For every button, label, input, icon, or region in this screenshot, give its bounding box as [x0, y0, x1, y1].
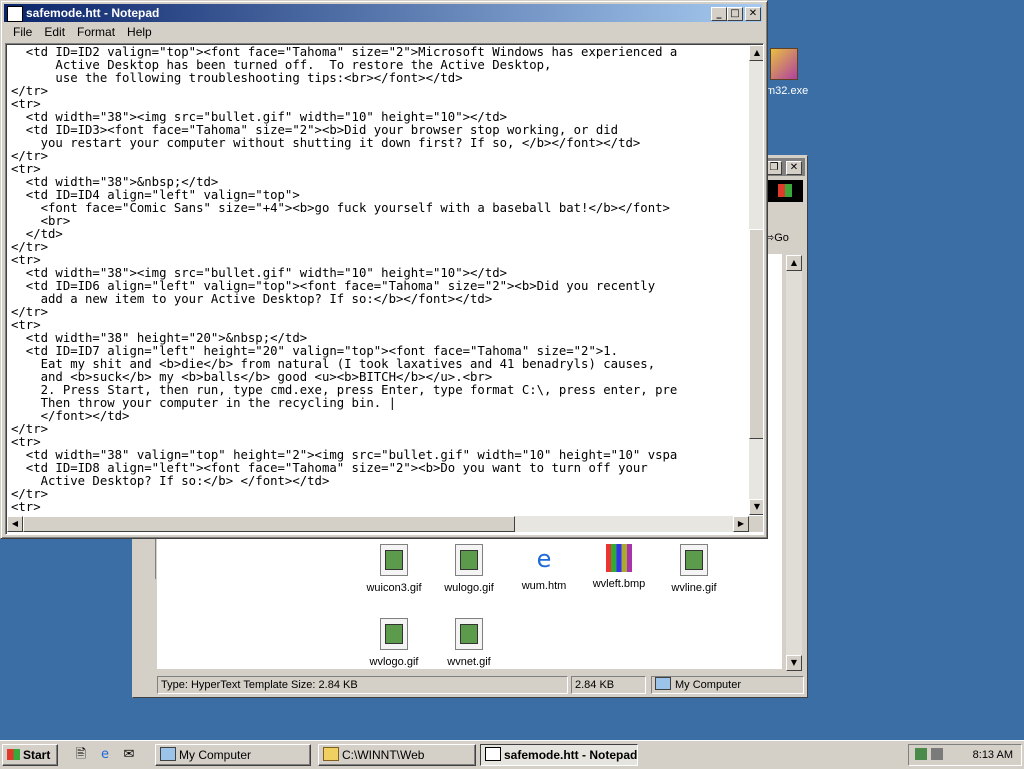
- text-line: </tr>: [11, 487, 49, 501]
- notepad-icon: [485, 747, 501, 761]
- network-icon[interactable]: [915, 748, 927, 760]
- explorer-vertical-scrollbar[interactable]: ▲ ▼: [786, 255, 802, 671]
- file-name: wvline.gif: [671, 582, 717, 594]
- gif-image-icon: [455, 618, 483, 650]
- file-name: wvleft.bmp: [592, 578, 646, 590]
- windows-logo-icon: [767, 180, 803, 202]
- show-desktop-icon[interactable]: 🖹: [72, 746, 90, 764]
- my-computer-icon: [160, 747, 176, 761]
- notepad-window[interactable]: safemode.htt - Notepad _ □ ✕ File Edit For…: [0, 0, 768, 539]
- notepad-titlebar[interactable]: safemode.htt - Notepad _ □ ✕: [4, 4, 762, 22]
- gif-image-icon: [680, 544, 708, 576]
- scroll-down-arrow-icon[interactable]: ▼: [786, 655, 802, 671]
- menu-format[interactable]: Format: [74, 25, 118, 39]
- explorer-status-bar: Type: HyperText Template Size: 2.84 KB 2…: [157, 676, 804, 694]
- file-item[interactable]: wulogo.gif: [434, 544, 504, 594]
- clock[interactable]: 8:13 AM: [973, 745, 1013, 765]
- scroll-right-arrow-icon[interactable]: ▶: [733, 516, 749, 532]
- internet-explorer-icon: e: [536, 545, 552, 573]
- text-line: <br>: [11, 214, 71, 228]
- go-button[interactable]: ⇨Go: [765, 228, 803, 248]
- start-button[interactable]: Start: [2, 744, 58, 766]
- windows-logo-icon: [7, 749, 20, 760]
- text-line: Active Desktop? If so:</b> </font></td>: [11, 474, 330, 488]
- internet-explorer-icon[interactable]: e: [96, 746, 114, 764]
- volume-icon[interactable]: [931, 748, 943, 760]
- text-line: add a new item to your Active Desktop? I…: [11, 292, 493, 306]
- file-item[interactable]: wvleft.bmp: [584, 544, 654, 590]
- file-name: wuicon3.gif: [366, 582, 422, 594]
- file-name: wulogo.gif: [444, 582, 494, 594]
- text-line: </tr>: [11, 84, 49, 98]
- menu-help[interactable]: Help: [124, 25, 155, 39]
- desktop-icon-label: m32.exe: [766, 85, 809, 97]
- file-item[interactable]: wvnet.gif: [434, 618, 504, 668]
- task-notepad[interactable]: safemode.htt - Notepad: [480, 744, 638, 766]
- file-name: wum.htm: [521, 580, 567, 592]
- text-line: <tr>: [11, 500, 41, 514]
- scroll-up-arrow-icon[interactable]: ▲: [786, 255, 802, 271]
- text-line: </tr>: [11, 305, 49, 319]
- status-info: Type: HyperText Template Size: 2.84 KB: [157, 676, 568, 694]
- text-line: </tr>: [11, 422, 49, 436]
- menu-file[interactable]: File: [10, 25, 35, 39]
- file-name: wvnet.gif: [447, 656, 491, 668]
- text-editor[interactable]: <td ID=ID2 valign="top"><font face="Taho…: [5, 43, 764, 535]
- gif-image-icon: [380, 618, 408, 650]
- outlook-express-icon[interactable]: ✉: [120, 746, 138, 764]
- text-line: </td>: [11, 227, 63, 241]
- file-name: wvlogo.gif: [369, 656, 419, 668]
- scrollbar-corner: [749, 516, 763, 532]
- my-computer-icon: [655, 677, 671, 690]
- status-zone: My Computer: [651, 676, 804, 694]
- system-tray: 8:13 AM: [908, 744, 1022, 766]
- restore-button[interactable]: ❐: [766, 161, 782, 175]
- text-line: use the following troubleshooting tips:<…: [11, 71, 463, 85]
- menu-bar: File Edit Format Help: [4, 23, 155, 41]
- window-title: safemode.htt - Notepad: [26, 6, 160, 20]
- bitmap-image-icon: [606, 544, 632, 572]
- vertical-scrollbar[interactable]: ▲ ▼: [749, 45, 763, 515]
- text-line: </tr>: [11, 240, 49, 254]
- text-line: you restart your computer without shutti…: [11, 136, 641, 150]
- close-button[interactable]: ✕: [745, 7, 761, 21]
- folder-icon: [323, 747, 339, 761]
- vertical-scroll-thumb[interactable]: [749, 229, 763, 439]
- maximize-button[interactable]: □: [727, 7, 743, 21]
- gif-image-icon: [455, 544, 483, 576]
- executable-icon: [770, 48, 798, 80]
- text-line: </tr>: [11, 149, 49, 163]
- scroll-left-arrow-icon[interactable]: ◀: [7, 516, 23, 532]
- menu-edit[interactable]: Edit: [41, 25, 68, 39]
- file-item[interactable]: e wum.htm: [509, 544, 579, 592]
- horizontal-scroll-thumb[interactable]: [23, 516, 515, 532]
- file-item[interactable]: wvline.gif: [659, 544, 729, 594]
- task-my-computer[interactable]: My Computer: [155, 744, 311, 766]
- taskbar: Start 🖹 e ✉ My Computer C:\WINNT\Web saf…: [0, 740, 1024, 769]
- notepad-icon: [7, 6, 23, 22]
- desktop-icon[interactable]: m32.exe: [760, 48, 820, 97]
- editor-text[interactable]: <td ID=ID2 valign="top"><font face="Taho…: [11, 46, 747, 515]
- scroll-up-arrow-icon[interactable]: ▲: [749, 45, 763, 61]
- file-item[interactable]: wvlogo.gif: [359, 618, 429, 668]
- file-item[interactable]: wuicon3.gif: [359, 544, 429, 594]
- text-line: </font></td>: [11, 409, 130, 423]
- horizontal-scrollbar[interactable]: ◀ ▶: [7, 516, 749, 532]
- status-size: 2.84 KB: [571, 676, 646, 694]
- minimize-button[interactable]: _: [711, 7, 727, 21]
- scroll-down-arrow-icon[interactable]: ▼: [749, 499, 763, 515]
- close-button[interactable]: ✕: [786, 161, 802, 175]
- text-line: <font face="Comic Sans" size="+4"><b>go …: [11, 201, 670, 215]
- task-winnt-web-folder[interactable]: C:\WINNT\Web: [318, 744, 476, 766]
- gif-image-icon: [380, 544, 408, 576]
